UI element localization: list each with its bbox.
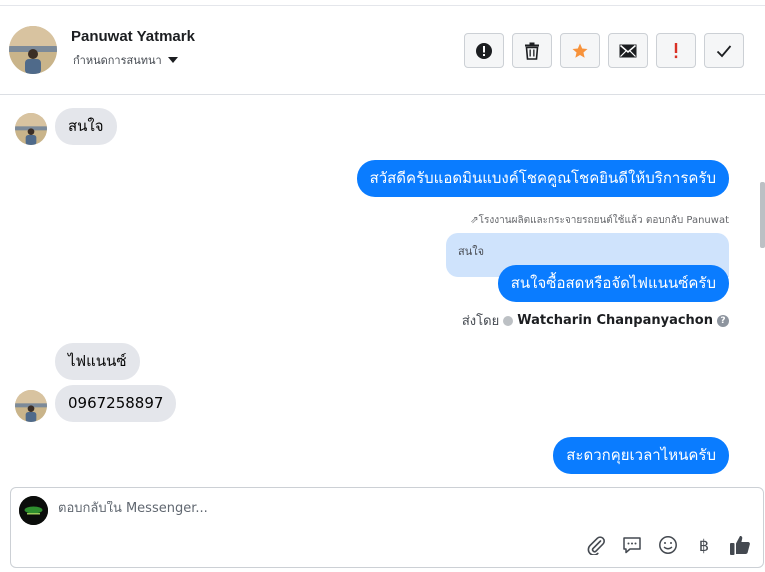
emoji-icon bbox=[659, 536, 677, 554]
message-thread[interactable]: สนใจ สวัสดีครับแอดมินแบงค์โชคคูณโชคยินดี… bbox=[0, 95, 765, 486]
outgoing-message-bubble[interactable]: สะดวกคุยเวลาไหนครับ bbox=[553, 437, 729, 474]
emoji-button[interactable] bbox=[657, 534, 679, 556]
reply-context-text: โรงงานผลิตและกระจายรถยนต์ใช้แล้ว ตอบกลับ… bbox=[478, 215, 729, 226]
outgoing-message-bubble[interactable]: สวัสดีครับแอดมินแบงค์โชคคูณโชคยินดีให้บร… bbox=[356, 160, 729, 197]
envelope-icon bbox=[619, 44, 637, 57]
exclamation-icon bbox=[674, 42, 678, 58]
scrollbar-track[interactable] bbox=[760, 95, 765, 486]
reply-context: ⇗โรงงานผลิตและกระจายรถยนต์ใช้แล้ว ตอบกลั… bbox=[470, 213, 729, 228]
sent-by-prefix: ส่งโดย bbox=[461, 314, 500, 329]
trash-icon bbox=[525, 42, 539, 60]
composer-toolbar: ฿ bbox=[585, 534, 751, 556]
incoming-message-bubble[interactable]: สนใจ bbox=[55, 108, 117, 145]
sent-by-agent[interactable]: Watcharin Chanpanyachon bbox=[517, 313, 713, 328]
page-avatar bbox=[19, 496, 48, 525]
incoming-message-bubble[interactable]: 0967258897 bbox=[55, 385, 177, 422]
reply-input[interactable] bbox=[58, 501, 658, 516]
saved-replies-button[interactable] bbox=[621, 534, 643, 556]
contact-avatar-small[interactable] bbox=[15, 113, 47, 145]
mark-done-button[interactable] bbox=[704, 33, 744, 68]
payment-button[interactable]: ฿ bbox=[693, 534, 715, 556]
assign-label: กำหนดการสนทนา bbox=[73, 54, 162, 67]
star-icon bbox=[572, 43, 588, 58]
checkmark-icon bbox=[716, 44, 732, 57]
attach-button[interactable] bbox=[585, 534, 607, 556]
reply-arrow-icon: ⇗ bbox=[470, 215, 479, 226]
contact-name[interactable]: Panuwat Yatmark bbox=[71, 28, 195, 45]
baht-icon: ฿ bbox=[698, 535, 710, 555]
star-button[interactable] bbox=[560, 33, 600, 68]
messenger-conversation-panel: Panuwat Yatmark กำหนดการสนทนา สนใจ สวัสด… bbox=[0, 0, 765, 572]
assign-conversation-dropdown[interactable]: กำหนดการสนทนา bbox=[73, 51, 178, 69]
quoted-message-text: สนใจ bbox=[458, 245, 485, 258]
saved-reply-icon bbox=[623, 537, 641, 554]
follow-up-button[interactable] bbox=[656, 33, 696, 68]
like-button[interactable] bbox=[729, 534, 751, 556]
help-icon[interactable]: ? bbox=[717, 314, 729, 327]
reply-composer: ฿ bbox=[10, 487, 764, 568]
contact-avatar[interactable] bbox=[9, 26, 57, 74]
agent-status-icon bbox=[503, 315, 514, 326]
sent-by-label: ส่งโดย Watcharin Chanpanyachon ? bbox=[462, 310, 729, 331]
report-button[interactable] bbox=[464, 33, 504, 68]
thumbs-up-icon bbox=[730, 535, 750, 555]
scrollbar-thumb[interactable] bbox=[760, 182, 765, 248]
paperclip-icon bbox=[587, 536, 605, 555]
outgoing-message-bubble[interactable]: สนใจซื้อสดหรือจัดไฟแนนซ์ครับ bbox=[497, 265, 729, 302]
incoming-message-bubble[interactable]: ไฟแนนซ์ bbox=[55, 343, 140, 380]
header-action-bar bbox=[464, 33, 744, 68]
exclamation-circle-icon bbox=[476, 42, 492, 59]
contact-avatar-small[interactable] bbox=[15, 390, 47, 422]
delete-button[interactable] bbox=[512, 33, 552, 68]
conversation-header: Panuwat Yatmark กำหนดการสนทนา bbox=[0, 6, 765, 95]
caret-down-icon bbox=[167, 57, 178, 63]
mark-unread-button[interactable] bbox=[608, 33, 648, 68]
